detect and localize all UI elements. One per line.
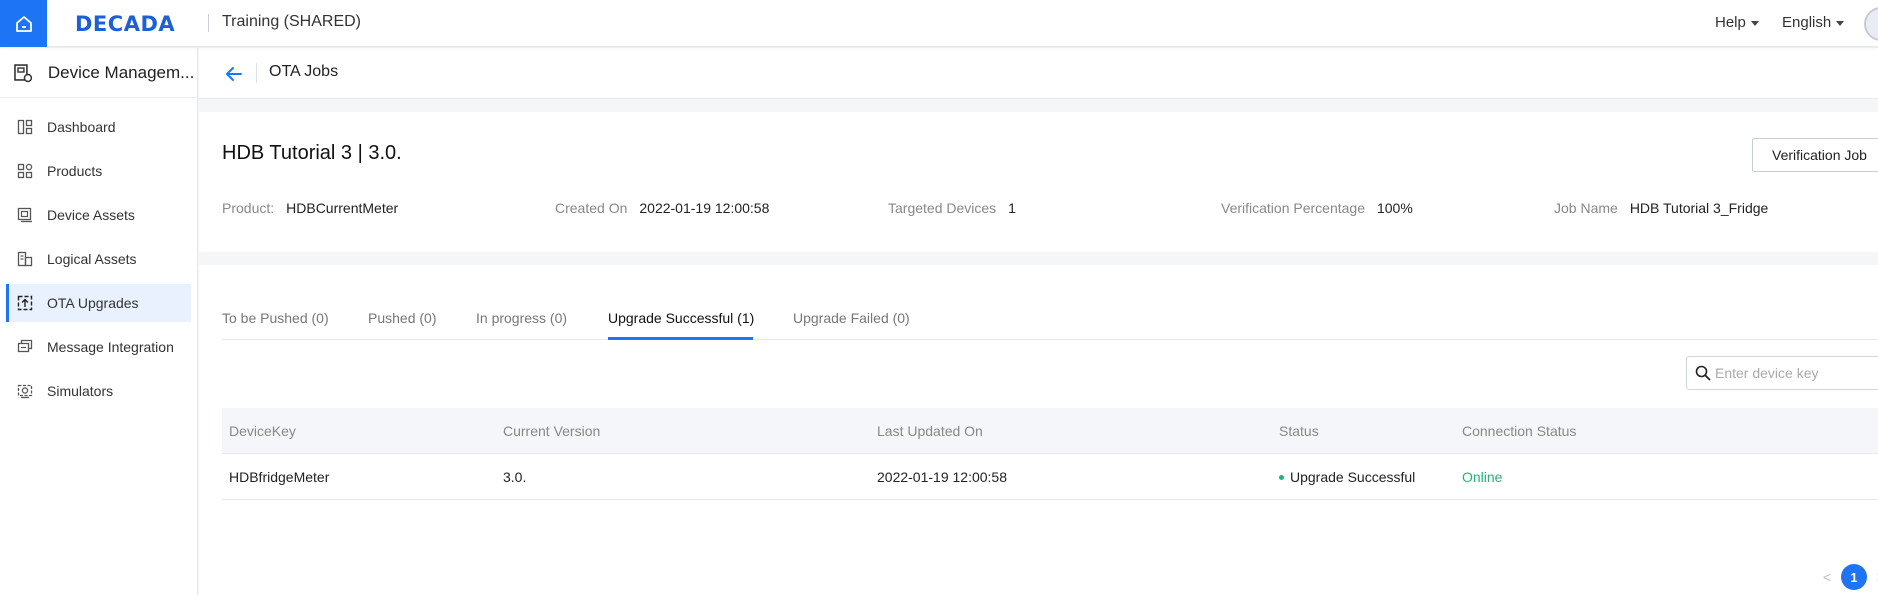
page-title: OTA Jobs [269, 63, 339, 80]
arrow-left-icon [226, 67, 242, 81]
simulators-icon [17, 384, 33, 399]
meta-value: 2022-01-19 12:00:58 [639, 200, 770, 216]
top-bar: DECADA Training (SHARED) Help English [0, 0, 1878, 47]
device-table: DeviceKey Current Version Last Updated O… [222, 408, 1878, 500]
sidebar-item-label: Products [47, 163, 103, 179]
sidebar-item-ota-upgrades[interactable]: OTA Upgrades [6, 284, 191, 322]
dashboard-icon [17, 119, 33, 135]
tab-to-be-pushed[interactable]: To be Pushed (0) [222, 310, 329, 326]
meta-job-name: Job Name HDB Tutorial 3_Fridge [1554, 200, 1768, 216]
logical-assets-icon [17, 251, 33, 267]
meta-product: Product: HDBCurrentMeter [222, 200, 398, 216]
ota-upgrades-icon [17, 295, 33, 311]
next-page-button[interactable]: > [1873, 569, 1878, 585]
topbar-divider [208, 14, 209, 32]
sidebar-item-label: Simulators [47, 383, 114, 399]
sidebar-item-message-integration[interactable]: Message Integration [6, 328, 191, 366]
column-header-last-updated[interactable]: Last Updated On [877, 423, 983, 439]
active-tab-indicator [608, 337, 753, 340]
language-label: English [1782, 14, 1832, 31]
tab-upgrade-successful[interactable]: Upgrade Successful (1) [608, 310, 754, 326]
meta-label: Verification Percentage [1221, 200, 1365, 216]
job-info-card: HDB Tutorial 3 | 3.0. Verification Job P… [199, 112, 1878, 252]
products-icon [17, 163, 33, 179]
tab-upgrade-failed[interactable]: Upgrade Failed (0) [793, 310, 910, 326]
search-box[interactable] [1686, 356, 1878, 390]
message-integration-icon [17, 339, 33, 353]
meta-created-on: Created On 2022-01-19 12:00:58 [555, 200, 769, 216]
device-list-card: To be Pushed (0) Pushed (0) In progress … [199, 265, 1878, 595]
home-button[interactable] [0, 0, 47, 47]
column-header-connection-status[interactable]: Connection Status [1462, 423, 1576, 439]
tab-in-progress[interactable]: In progress (0) [476, 310, 567, 326]
page-number-button[interactable]: 1 [1841, 564, 1867, 590]
sidebar-item-label: Dashboard [47, 119, 116, 135]
cell-connection-status: Online [1462, 469, 1503, 485]
search-input[interactable] [1715, 365, 1878, 381]
sidebar-item-label: OTA Upgrades [47, 295, 139, 311]
table-header: DeviceKey Current Version Last Updated O… [222, 408, 1878, 454]
chevron-down-icon [1750, 20, 1759, 26]
sidebar-title: Device Managem... [47, 62, 195, 82]
chevron-down-icon [1836, 20, 1845, 26]
cell-current-version: 3.0. [503, 469, 527, 485]
sidebar-item-logical-assets[interactable]: Logical Assets [6, 240, 191, 278]
table-row[interactable]: HDBfridgeMeter 3.0. 2022-01-19 12:00:58 … [222, 454, 1878, 500]
help-label: Help [1715, 14, 1746, 31]
meta-value: HDBCurrentMeter [286, 200, 399, 216]
status-dot-icon [1279, 474, 1284, 480]
workspace-name: Training (SHARED) [222, 13, 361, 30]
status-tabs: To be Pushed (0) Pushed (0) In progress … [222, 265, 1878, 340]
home-icon [15, 15, 32, 32]
meta-targeted-devices: Targeted Devices 1 [888, 200, 1016, 216]
sidebar-item-label: Logical Assets [47, 251, 137, 267]
avatar[interactable] [1864, 7, 1878, 41]
meta-verification-percentage: Verification Percentage 100% [1221, 200, 1413, 216]
column-header-devicekey[interactable]: DeviceKey [229, 423, 296, 439]
sidebar-item-products[interactable]: Products [6, 152, 191, 190]
meta-value: HDB Tutorial 3_Fridge [1629, 200, 1769, 216]
column-header-current-version[interactable]: Current Version [503, 423, 600, 439]
sidebar-item-label: Message Integration [47, 339, 174, 355]
column-header-status[interactable]: Status [1279, 423, 1319, 439]
main-content: OTA Jobs HDB Tutorial 3 | 3.0. Verificat… [199, 48, 1878, 595]
sidebar-item-device-assets[interactable]: Device Assets [6, 196, 191, 234]
sidebar: Device Managem... Dashboard Products Dev… [0, 48, 198, 595]
header-divider [256, 63, 257, 83]
sidebar-item-label: Device Assets [47, 207, 135, 223]
meta-label: Created On [555, 200, 628, 216]
help-menu[interactable]: Help [1715, 14, 1759, 31]
search-icon [1695, 365, 1711, 381]
pagination: < 1 > [1819, 564, 1878, 590]
device-assets-icon [17, 207, 32, 223]
back-button[interactable] [223, 63, 245, 85]
prev-page-button[interactable]: < [1819, 569, 1835, 585]
meta-value: 1 [1008, 200, 1016, 216]
sidebar-item-dashboard[interactable]: Dashboard [6, 108, 191, 146]
cell-last-updated: 2022-01-19 12:00:58 [877, 469, 1007, 485]
cell-device-key: HDBfridgeMeter [229, 469, 330, 485]
language-menu[interactable]: English [1782, 14, 1845, 31]
verification-job-button[interactable]: Verification Job [1752, 138, 1878, 172]
decada-logo[interactable]: DECADA [75, 12, 175, 36]
sidebar-item-simulators[interactable]: Simulators [6, 372, 191, 410]
device-management-icon [14, 63, 33, 82]
meta-value: 100% [1376, 200, 1413, 216]
tab-pushed[interactable]: Pushed (0) [368, 310, 436, 326]
sidebar-header[interactable]: Device Managem... [0, 48, 197, 98]
cell-status: Upgrade Successful [1279, 469, 1415, 485]
status-text: Upgrade Successful [1290, 469, 1416, 485]
meta-label: Targeted Devices [888, 200, 997, 216]
meta-label: Product: [222, 200, 275, 216]
page-header: OTA Jobs [199, 48, 1878, 99]
job-title: HDB Tutorial 3 | 3.0. [222, 142, 402, 164]
meta-label: Job Name [1554, 200, 1618, 216]
